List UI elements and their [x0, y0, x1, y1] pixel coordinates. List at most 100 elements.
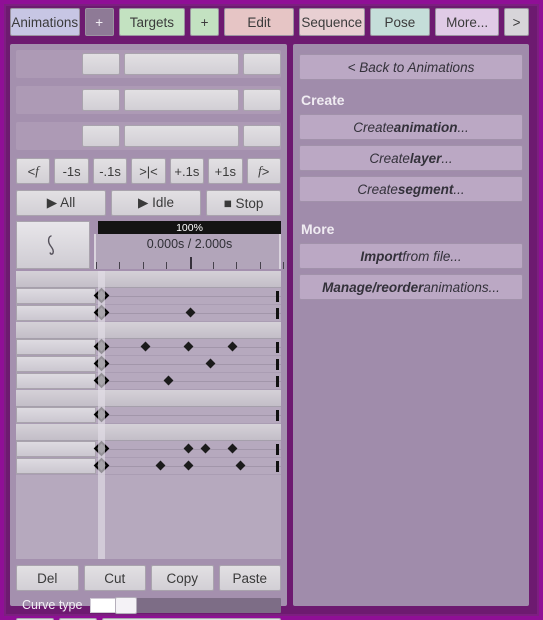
copy-button[interactable]: Copy — [151, 565, 214, 591]
selector-prev-animation[interactable] — [82, 125, 120, 147]
zoom-percent-bar[interactable]: 100% — [98, 221, 281, 234]
keyframe[interactable] — [185, 307, 195, 317]
keyframe[interactable] — [228, 443, 238, 453]
tab-[interactable]: + — [190, 8, 219, 36]
del-button[interactable]: Del — [16, 565, 79, 591]
track-name[interactable] — [16, 458, 96, 474]
track-lane-line — [96, 296, 281, 297]
selector-next-segment[interactable] — [243, 53, 281, 75]
track-row[interactable] — [16, 441, 281, 458]
track-group-header[interactable] — [16, 271, 281, 288]
keyframe[interactable] — [206, 358, 216, 368]
step-button-4[interactable]: +.1s — [170, 158, 204, 184]
cut-button[interactable]: Cut — [84, 565, 147, 591]
track-lane[interactable] — [96, 407, 281, 424]
track-lane[interactable] — [96, 288, 281, 305]
track-group-header[interactable] — [16, 322, 281, 339]
action-button-more-1[interactable]: Manage/reorder animations... — [299, 274, 523, 300]
keyframe[interactable] — [163, 375, 173, 385]
track-name[interactable] — [16, 339, 96, 355]
keyframe[interactable] — [141, 341, 151, 351]
waveform-button[interactable] — [16, 221, 90, 269]
step-button-2[interactable]: -.1s — [93, 158, 127, 184]
action-button-create-0[interactable]: Create animation... — [299, 114, 523, 140]
track-name[interactable] — [16, 356, 96, 372]
timeline-scrubber[interactable]: 100% 0.000s / 2.000s — [94, 221, 281, 269]
step-button-3[interactable]: >|< — [131, 158, 165, 184]
keyframe[interactable] — [200, 443, 210, 453]
track-name[interactable] — [16, 373, 96, 389]
track-lane[interactable] — [96, 305, 281, 322]
tab-[interactable]: > — [504, 8, 529, 36]
keyframe[interactable] — [184, 460, 194, 470]
tab-[interactable]: + — [85, 8, 114, 36]
step-button-1[interactable]: -1s — [54, 158, 88, 184]
keyframe-end[interactable] — [276, 359, 279, 370]
track-group-header[interactable] — [16, 424, 281, 441]
track-row[interactable] — [16, 407, 281, 424]
track-row[interactable] — [16, 288, 281, 305]
action-keyword: Import — [360, 249, 402, 264]
track-lane[interactable] — [96, 339, 281, 356]
track-lane[interactable] — [96, 373, 281, 390]
selector-next-animation[interactable] — [243, 125, 281, 147]
keyframe-end[interactable] — [276, 444, 279, 455]
tab-animations[interactable]: Animations — [10, 8, 80, 36]
track-lane[interactable] — [96, 441, 281, 458]
track-row[interactable] — [16, 305, 281, 322]
action-keyword: Manage/reorder — [322, 280, 423, 295]
selector-prev-layer[interactable] — [82, 89, 120, 111]
action-button-create-2[interactable]: Create segment... — [299, 176, 523, 202]
keyframe-end[interactable] — [276, 308, 279, 319]
track-row[interactable] — [16, 356, 281, 373]
track-lane[interactable] — [96, 356, 281, 373]
tab-more[interactable]: More... — [435, 8, 499, 36]
step-button-6[interactable]: f> — [247, 158, 281, 184]
keyframe[interactable] — [184, 341, 194, 351]
step-button-5[interactable]: +1s — [208, 158, 242, 184]
track-name[interactable] — [16, 441, 96, 457]
action-keyword: layer — [410, 151, 442, 166]
selector-value-segment[interactable] — [124, 53, 239, 75]
curve-slider-knob[interactable] — [115, 597, 137, 614]
tab-sequence[interactable]: Sequence — [299, 8, 365, 36]
keyframe[interactable] — [235, 460, 245, 470]
keyframe[interactable] — [228, 341, 238, 351]
keyframe[interactable] — [184, 443, 194, 453]
track-lane[interactable] — [96, 458, 281, 475]
paste-button[interactable]: Paste — [219, 565, 282, 591]
step-button-0[interactable]: <f — [16, 158, 50, 184]
stop-button[interactable]: ■ Stop — [206, 190, 281, 216]
track-row[interactable] — [16, 339, 281, 356]
selector-value-animation[interactable] — [124, 125, 239, 147]
keyframe[interactable] — [156, 460, 166, 470]
track-name[interactable] — [16, 305, 96, 321]
keyframe-end[interactable] — [276, 376, 279, 387]
selector-value-layer[interactable] — [124, 89, 239, 111]
action-button-more-0[interactable]: Import from file... — [299, 243, 523, 269]
track-list[interactable] — [16, 271, 281, 559]
window-content: Animations+Targets+EditSequencePoseMore.… — [10, 8, 529, 606]
tab-pose[interactable]: Pose — [370, 8, 430, 36]
keyframe-end[interactable] — [276, 342, 279, 353]
tab-edit[interactable]: Edit — [224, 8, 294, 36]
playhead[interactable] — [98, 271, 105, 559]
curve-type-slider[interactable] — [90, 598, 281, 613]
track-name[interactable] — [16, 288, 96, 304]
keyframe-end[interactable] — [276, 291, 279, 302]
keyframe-end[interactable] — [276, 410, 279, 421]
track-group-header[interactable] — [16, 390, 281, 407]
keyframe-end[interactable] — [276, 461, 279, 472]
action-button-create-1[interactable]: Create layer... — [299, 145, 523, 171]
track-row[interactable] — [16, 373, 281, 390]
back-to-animations-button[interactable]: < Back to Animations — [299, 54, 523, 80]
selector-prev-segment[interactable] — [82, 53, 120, 75]
side-actions-panel: < Back to Animations CreateCreate animat… — [293, 44, 529, 606]
track-name[interactable] — [16, 407, 96, 423]
time-ruler[interactable]: 0.000s / 2.000s — [94, 234, 281, 269]
tab-targets[interactable]: Targets — [119, 8, 185, 36]
play-all-button[interactable]: ▶ All — [16, 190, 106, 216]
track-row[interactable] — [16, 458, 281, 475]
selector-next-layer[interactable] — [243, 89, 281, 111]
play-current-button[interactable]: ▶ Idle — [111, 190, 201, 216]
